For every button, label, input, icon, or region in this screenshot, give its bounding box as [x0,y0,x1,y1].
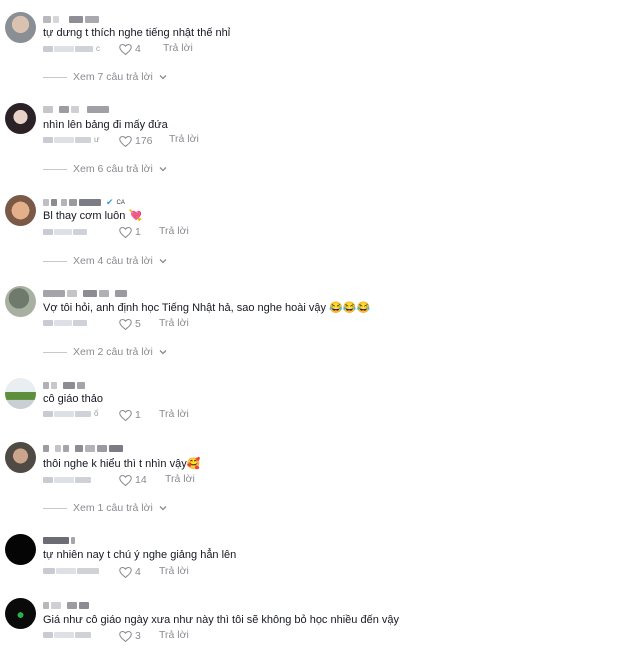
divider-line [43,351,67,353]
comment-date [43,566,99,575]
view-replies-label: Xem 7 câu trả lời [73,71,153,83]
avatar[interactable] [5,103,36,134]
username-blurred[interactable]: ✔ CA [43,197,125,208]
avatar[interactable] [5,442,36,473]
reply-button[interactable]: Trả lời [165,473,195,485]
like-button[interactable]: 3 [119,630,141,642]
username-blurred[interactable] [43,443,123,454]
like-button[interactable]: 14 [119,474,147,486]
divider-line [43,260,67,262]
divider-line [43,507,67,509]
heart-outline-icon [119,226,132,238]
chevron-down-icon [159,350,167,355]
chevron-down-icon [159,75,167,80]
comment-date: ư [43,135,99,144]
like-count: 4 [135,566,141,578]
view-replies-label: Xem 1 câu trả lời [73,502,153,514]
comment-date [43,630,91,639]
divider-line [43,168,67,170]
view-replies-button[interactable]: Xem 4 câu trả lời [43,255,167,267]
like-count: 4 [135,43,141,55]
avatar[interactable] [5,12,36,43]
comment-text: cô giáo thảo [43,393,103,405]
username-blurred[interactable] [43,104,109,115]
avatar[interactable] [5,598,36,629]
like-button[interactable]: 176 [119,135,153,147]
chevron-down-icon [159,167,167,172]
username-blurred[interactable] [43,600,89,611]
view-replies-button[interactable]: Xem 7 câu trả lời [43,71,167,83]
comment-text: Giá như cô giáo ngày xưa như này thì tôi… [43,614,399,626]
heart-outline-icon [119,566,132,578]
avatar[interactable] [5,195,36,226]
like-button[interactable]: 4 [119,566,141,578]
username-blurred[interactable] [43,14,99,25]
like-count: 5 [135,318,141,330]
like-count: 3 [135,630,141,642]
comment-text: Bl thay cơm luôn 💘 [43,210,143,222]
heart-outline-icon [119,43,132,55]
reply-button[interactable]: Trả lời [169,133,199,145]
comment-text: tự dưng t thích nghe tiếng nhật thế nhỉ [43,27,231,39]
like-count: 1 [135,226,141,238]
heart-outline-icon [119,409,132,421]
comment-text: tự nhiên nay t chú ý nghe giảng hẳn lên [43,549,237,561]
username-blurred[interactable] [43,380,85,391]
like-button[interactable]: 1 [119,226,141,238]
view-replies-label: Xem 2 câu trả lời [73,346,153,358]
reply-button[interactable]: Trả lời [159,629,189,641]
comment-date [43,318,87,327]
chevron-down-icon [159,259,167,264]
comment-text: thôi nghe k hiểu thì t nhìn vậy🥰 [43,458,201,470]
comment-date: ố [43,409,98,418]
reply-button[interactable]: Trả lời [159,225,189,237]
reply-button[interactable]: Trả lời [159,317,189,329]
reply-button[interactable]: Trả lời [159,565,189,577]
like-count: 1 [135,409,141,421]
username-blurred[interactable] [43,535,75,546]
heart-outline-icon [119,474,132,486]
view-replies-button[interactable]: Xem 1 câu trả lời [43,502,167,514]
heart-outline-icon [119,318,132,330]
avatar[interactable] [5,378,36,409]
username-badge: CA [116,199,125,206]
like-count: 14 [135,474,147,486]
heart-outline-icon [119,630,132,642]
like-count: 176 [135,135,153,147]
view-replies-button[interactable]: Xem 2 câu trả lời [43,346,167,358]
like-button[interactable]: 1 [119,409,141,421]
comment-text: nhìn lên bảng đi mấy đứa [43,119,168,131]
avatar[interactable] [5,286,36,317]
username-blurred[interactable] [43,288,127,299]
check-badge-icon: ✔ [106,197,114,207]
heart-outline-icon [119,135,132,147]
reply-button[interactable]: Trả lời [159,408,189,420]
view-replies-label: Xem 4 câu trả lời [73,255,153,267]
divider-line [43,76,67,78]
comment-date [43,475,91,484]
like-button[interactable]: 4 [119,43,141,55]
reply-button[interactable]: Trả lời [163,42,193,54]
avatar[interactable] [5,534,36,565]
comment-text: Vợ tôi hỏi, anh định học Tiếng Nhật hả, … [43,302,371,314]
like-button[interactable]: 5 [119,318,141,330]
view-replies-button[interactable]: Xem 6 câu trả lời [43,163,167,175]
comment-date [43,227,87,236]
comment-date: c [43,44,100,53]
view-replies-label: Xem 6 câu trả lời [73,163,153,175]
chevron-down-icon [159,506,167,511]
